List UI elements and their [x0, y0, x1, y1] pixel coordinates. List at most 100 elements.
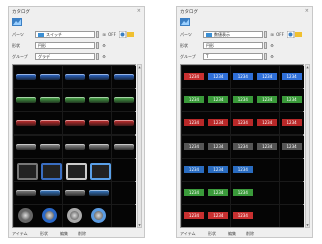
- vertical-scrollbar[interactable]: ▲ ▼: [137, 64, 142, 228]
- part-select[interactable]: スイッチ: [35, 31, 95, 38]
- part-cell[interactable]: 1234: [230, 66, 255, 88]
- preview-icon[interactable]: [287, 31, 303, 38]
- part-cell[interactable]: [62, 182, 87, 204]
- part-cell[interactable]: [38, 158, 63, 181]
- part-cell[interactable]: 1234: [230, 205, 255, 228]
- scroll-up-icon[interactable]: ▲: [138, 65, 141, 69]
- preview-icon[interactable]: [119, 31, 135, 38]
- part-cell[interactable]: 1234: [182, 158, 206, 181]
- part-spinner[interactable]: [96, 31, 99, 38]
- part-cell[interactable]: 1234: [230, 135, 255, 158]
- part-cell[interactable]: 1234: [182, 112, 206, 135]
- part-cell[interactable]: [62, 205, 87, 228]
- footer-shape[interactable]: 形状: [208, 231, 216, 237]
- part-cell[interactable]: 1234: [206, 112, 231, 135]
- part-cell[interactable]: 1234: [279, 135, 304, 158]
- part-cell[interactable]: [38, 182, 63, 204]
- panel-title: カタログ: [12, 10, 30, 15]
- part-cell[interactable]: [38, 66, 63, 88]
- off-toggle[interactable]: OFF: [107, 31, 117, 38]
- part-cell[interactable]: 1234: [206, 205, 231, 228]
- group-select[interactable]: グラデ: [35, 53, 95, 60]
- part-cell[interactable]: 1234: [206, 158, 231, 181]
- close-button[interactable]: ×: [137, 8, 141, 14]
- off-toggle[interactable]: OFF: [275, 31, 285, 38]
- part-cell[interactable]: [111, 66, 136, 88]
- part-cell[interactable]: [38, 89, 63, 112]
- part-cell[interactable]: [14, 66, 38, 88]
- part-cell[interactable]: [62, 112, 87, 135]
- part-cell[interactable]: 1234: [279, 89, 304, 112]
- part-cell[interactable]: [14, 112, 38, 135]
- part-cell[interactable]: 1234: [182, 66, 206, 88]
- settings-icon[interactable]: ⚙: [269, 42, 275, 49]
- part-cell[interactable]: [111, 135, 136, 158]
- part-cell[interactable]: 1234: [206, 135, 231, 158]
- shape-spinner[interactable]: [96, 42, 99, 49]
- part-cell[interactable]: [62, 158, 87, 181]
- part-cell[interactable]: 1234: [206, 89, 231, 112]
- footer-edit[interactable]: 編集: [60, 231, 68, 237]
- settings-icon[interactable]: ⚙: [101, 42, 107, 49]
- footer-delete[interactable]: 削除: [78, 231, 86, 237]
- shape-select[interactable]: 円形: [35, 42, 95, 49]
- switch-preview: [113, 97, 134, 104]
- part-cell[interactable]: [38, 205, 63, 228]
- part-cell[interactable]: 1234: [255, 66, 280, 88]
- part-cell[interactable]: 1234: [255, 135, 280, 158]
- numeric-preview: 1234: [257, 96, 278, 104]
- footer-delete[interactable]: 削除: [246, 231, 254, 237]
- part-cell[interactable]: 1234: [182, 135, 206, 158]
- part-cell[interactable]: [111, 112, 136, 135]
- group-spinner[interactable]: [96, 53, 99, 60]
- part-cell[interactable]: 1234: [206, 182, 231, 204]
- part-cell[interactable]: 1234: [182, 205, 206, 228]
- part-cell[interactable]: [14, 135, 38, 158]
- part-cell[interactable]: [14, 205, 38, 228]
- part-cell[interactable]: [14, 158, 38, 181]
- part-cell[interactable]: [38, 135, 63, 158]
- part-cell[interactable]: [87, 182, 112, 204]
- shape-select[interactable]: 円形: [203, 42, 263, 49]
- close-button[interactable]: ×: [305, 8, 309, 14]
- part-cell[interactable]: [14, 89, 38, 112]
- part-cell[interactable]: 1234: [182, 89, 206, 112]
- part-cell[interactable]: 1234: [279, 66, 304, 88]
- group-select[interactable]: T: [203, 53, 263, 60]
- shape-spinner[interactable]: [264, 42, 267, 49]
- part-cell[interactable]: 1234: [279, 112, 304, 135]
- part-cell[interactable]: 1234: [230, 182, 255, 204]
- part-cell[interactable]: [62, 66, 87, 88]
- part-spinner[interactable]: [264, 31, 267, 38]
- part-cell[interactable]: 1234: [182, 182, 206, 204]
- part-cell[interactable]: [87, 112, 112, 135]
- part-cell[interactable]: 1234: [230, 112, 255, 135]
- part-cell[interactable]: 1234: [230, 158, 255, 181]
- part-cell[interactable]: [62, 135, 87, 158]
- scroll-down-icon[interactable]: ▼: [306, 223, 309, 227]
- footer-shape[interactable]: 形状: [40, 231, 48, 237]
- part-cell[interactable]: [87, 66, 112, 88]
- part-cell[interactable]: 1234: [230, 89, 255, 112]
- settings-icon[interactable]: ⚙: [269, 53, 275, 60]
- part-cell[interactable]: 1234: [255, 89, 280, 112]
- part-cell[interactable]: [111, 89, 136, 112]
- group-spinner[interactable]: [264, 53, 267, 60]
- part-cell[interactable]: [14, 182, 38, 204]
- part-select[interactable]: 数値表示: [203, 31, 263, 38]
- footer-edit[interactable]: 編集: [228, 231, 236, 237]
- part-cell[interactable]: [62, 89, 87, 112]
- part-cell[interactable]: 1234: [255, 112, 280, 135]
- vertical-scrollbar[interactable]: ▲ ▼: [305, 64, 310, 228]
- part-cell[interactable]: [38, 112, 63, 135]
- scroll-up-icon[interactable]: ▲: [306, 65, 309, 69]
- scroll-down-icon[interactable]: ▼: [138, 223, 141, 227]
- footer-item[interactable]: アイテム: [12, 231, 28, 237]
- footer-item[interactable]: アイテム: [180, 231, 196, 237]
- part-cell[interactable]: [87, 135, 112, 158]
- part-cell[interactable]: [87, 89, 112, 112]
- part-cell[interactable]: [87, 158, 112, 181]
- settings-icon[interactable]: ⚙: [101, 53, 107, 60]
- part-cell[interactable]: 1234: [206, 66, 231, 88]
- part-cell[interactable]: [87, 205, 112, 228]
